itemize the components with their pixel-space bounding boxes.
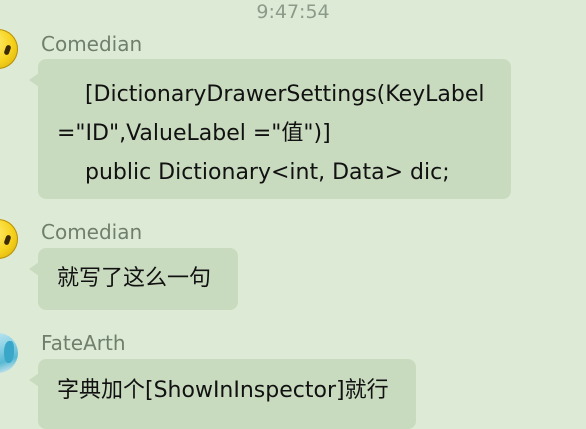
avatar[interactable] xyxy=(0,333,18,373)
message-text-line: ="ID",ValueLabel ="值")] xyxy=(57,121,331,146)
message-bubble[interactable]: [DictionaryDrawerSettings(KeyLabel ="ID"… xyxy=(29,59,511,199)
message-bubble[interactable]: 就写了这么一句 xyxy=(29,248,238,310)
avatar[interactable] xyxy=(0,29,18,69)
message-text-line: 字典加个[ShowInInspector]就行 xyxy=(57,378,389,403)
sender-name: Comedian xyxy=(41,32,143,56)
message-text-line: [DictionaryDrawerSettings(KeyLabel xyxy=(57,82,485,107)
sender-name: FateArth xyxy=(41,331,126,355)
avatar[interactable] xyxy=(0,219,18,259)
sender-name: Comedian xyxy=(41,220,143,244)
message-text-line: public Dictionary<int, Data> dic; xyxy=(57,160,450,185)
message-bubble[interactable]: 字典加个[ShowInInspector]就行 xyxy=(29,359,416,429)
chat-timestamp: 9:47:54 xyxy=(256,1,330,23)
message-text-line: 就写了这么一句 xyxy=(57,266,212,291)
